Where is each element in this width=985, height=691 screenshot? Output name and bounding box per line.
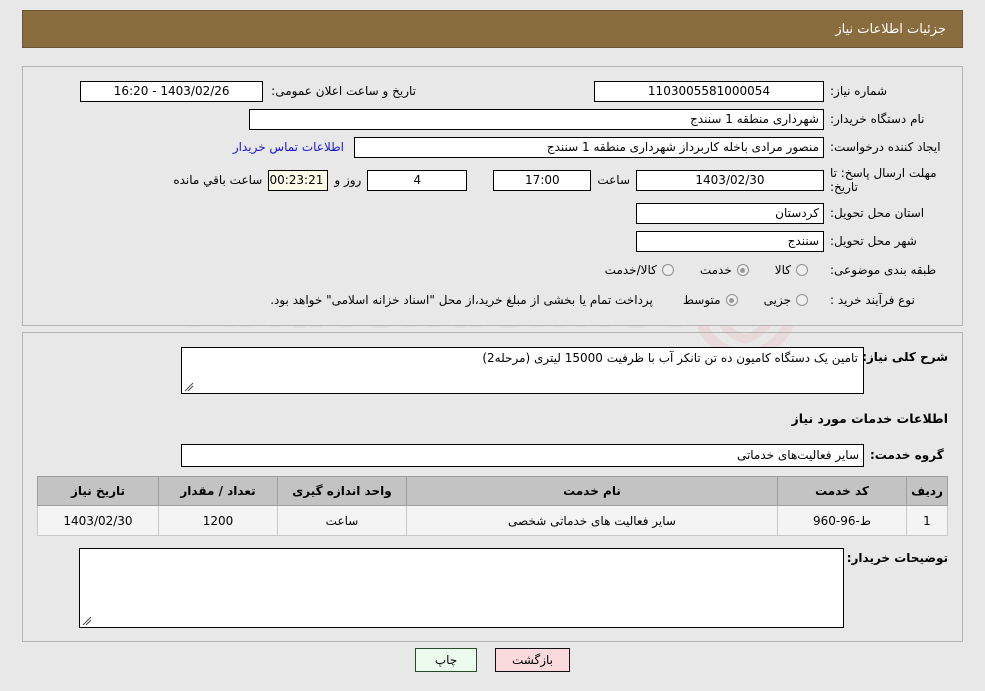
category-option-label: خدمت	[699, 263, 732, 277]
resize-grip-icon[interactable]	[184, 382, 194, 392]
page-title: جزئیات اطلاعات نیاز	[835, 21, 946, 37]
col-need-date: تاریخ نیاز	[37, 476, 159, 506]
need-info-panel: شماره نیاز: 1103005581000054 تاریخ و ساع…	[22, 66, 963, 326]
summary-textarea[interactable]: تامین یک دستگاه کامیون ده تن تانکر آب با…	[181, 347, 864, 394]
category-option-label: کالا	[774, 263, 791, 277]
buyer-notes-textarea[interactable]	[79, 548, 844, 628]
category-option-kala[interactable]: کالا	[775, 263, 808, 277]
province-value: کردستان	[636, 202, 824, 224]
cell-quantity: 1200	[158, 505, 278, 536]
deadline-hour-label: ساعت	[597, 173, 630, 187]
col-name: نام خدمت	[406, 476, 778, 506]
col-code: کد خدمت	[777, 476, 907, 506]
back-button[interactable]: بازگشت	[495, 648, 570, 672]
deadline-time-value: 17:00	[493, 169, 592, 191]
summary-label: شرح کلی نیاز:	[862, 350, 948, 364]
buyer-notes-label: توضیحات خریدار:	[846, 551, 948, 565]
countdown-value: 00:23:21	[268, 169, 329, 191]
remaining-days-label: روز و	[334, 173, 362, 187]
category-option-label: کالا/خدمت	[604, 263, 657, 277]
radio-icon[interactable]	[796, 294, 808, 306]
page-title-bar: جزئیات اطلاعات نیاز	[22, 10, 963, 48]
need-details-panel: شرح کلی نیاز: تامین یک دستگاه کامیون ده …	[22, 332, 963, 642]
service-group-label: گروه خدمت:	[870, 448, 944, 462]
buyer-contact-link[interactable]: اطلاعات تماس خریدار	[233, 140, 344, 154]
category-option-khedmat[interactable]: خدمت	[700, 263, 749, 277]
province-label: استان محل تحویل:	[830, 206, 925, 220]
deadline-date-value: 1403/02/30	[636, 169, 824, 191]
cell-code: ط-96-960	[777, 505, 907, 536]
buyer-org-value: شهرداری منطقه 1 سنندج	[249, 108, 824, 130]
table-row: 1 ط-96-960 سایر فعالیت های خدماتی شخصی س…	[37, 505, 948, 536]
process-option-label: متوسط	[682, 293, 721, 307]
table-header-row: ردیف کد خدمت نام خدمت واحد اندازه گیری ت…	[37, 476, 948, 506]
radio-icon[interactable]	[736, 264, 749, 276]
city-label: شهر محل تحویل:	[830, 234, 917, 248]
announce-label: تاریخ و ساعت اعلان عمومی:	[271, 84, 416, 98]
cell-radif: 1	[906, 505, 948, 536]
category-option-kala-khedmat[interactable]: کالا/خدمت	[605, 263, 674, 277]
announce-value: 1403/02/26 - 16:20	[80, 80, 264, 102]
resize-grip-icon[interactable]	[82, 616, 92, 626]
col-quantity: تعداد / مقدار	[158, 476, 278, 506]
remaining-days-value: 4	[367, 169, 468, 191]
process-option-motevaset[interactable]: متوسط	[683, 293, 738, 307]
cell-unit: ساعت	[277, 505, 407, 536]
radio-icon[interactable]	[796, 264, 808, 276]
process-option-jozii[interactable]: جزیی	[764, 293, 808, 307]
creator-label: ایجاد کننده درخواست:	[830, 140, 941, 154]
services-table: ردیف کد خدمت نام خدمت واحد اندازه گیری ت…	[37, 476, 948, 536]
city-value: سنندج	[636, 230, 824, 252]
countdown-label: ساعت باقي مانده	[173, 173, 263, 187]
radio-icon[interactable]	[661, 264, 674, 276]
category-label: طبقه بندی موضوعی:	[830, 263, 937, 277]
summary-value: تامین یک دستگاه کامیون ده تن تانکر آب با…	[482, 351, 858, 365]
process-label: نوع فرآیند خرید :	[830, 293, 915, 307]
print-button[interactable]: چاپ	[415, 648, 477, 672]
cell-name: سایر فعالیت های خدماتی شخصی	[406, 505, 778, 536]
cell-need-date: 1403/02/30	[37, 505, 159, 536]
deadline-label: مهلت ارسال پاسخ: تا تاریخ:	[830, 166, 937, 194]
process-option-label: جزیی	[763, 293, 791, 307]
col-unit: واحد اندازه گیری	[277, 476, 407, 506]
need-number-value: 1103005581000054	[594, 80, 824, 102]
services-section-heading: اطلاعات خدمات مورد نیاز	[791, 411, 949, 426]
buyer-org-label: نام دستگاه خریدار:	[830, 112, 925, 126]
action-button-bar: بازگشت چاپ	[0, 648, 985, 672]
process-note: پرداخت تمام یا بخشی از مبلغ خرید،از محل …	[270, 293, 653, 307]
need-number-label: شماره نیاز:	[830, 84, 887, 98]
creator-value: منصور مرادی باخله کاربرداز شهرداری منطقه…	[354, 136, 824, 158]
radio-icon[interactable]	[725, 294, 738, 306]
service-group-value: سایر فعالیت‌های خدماتی	[181, 443, 864, 467]
services-table-wrapper: ردیف کد خدمت نام خدمت واحد اندازه گیری ت…	[37, 476, 948, 536]
col-radif: ردیف	[906, 476, 948, 506]
